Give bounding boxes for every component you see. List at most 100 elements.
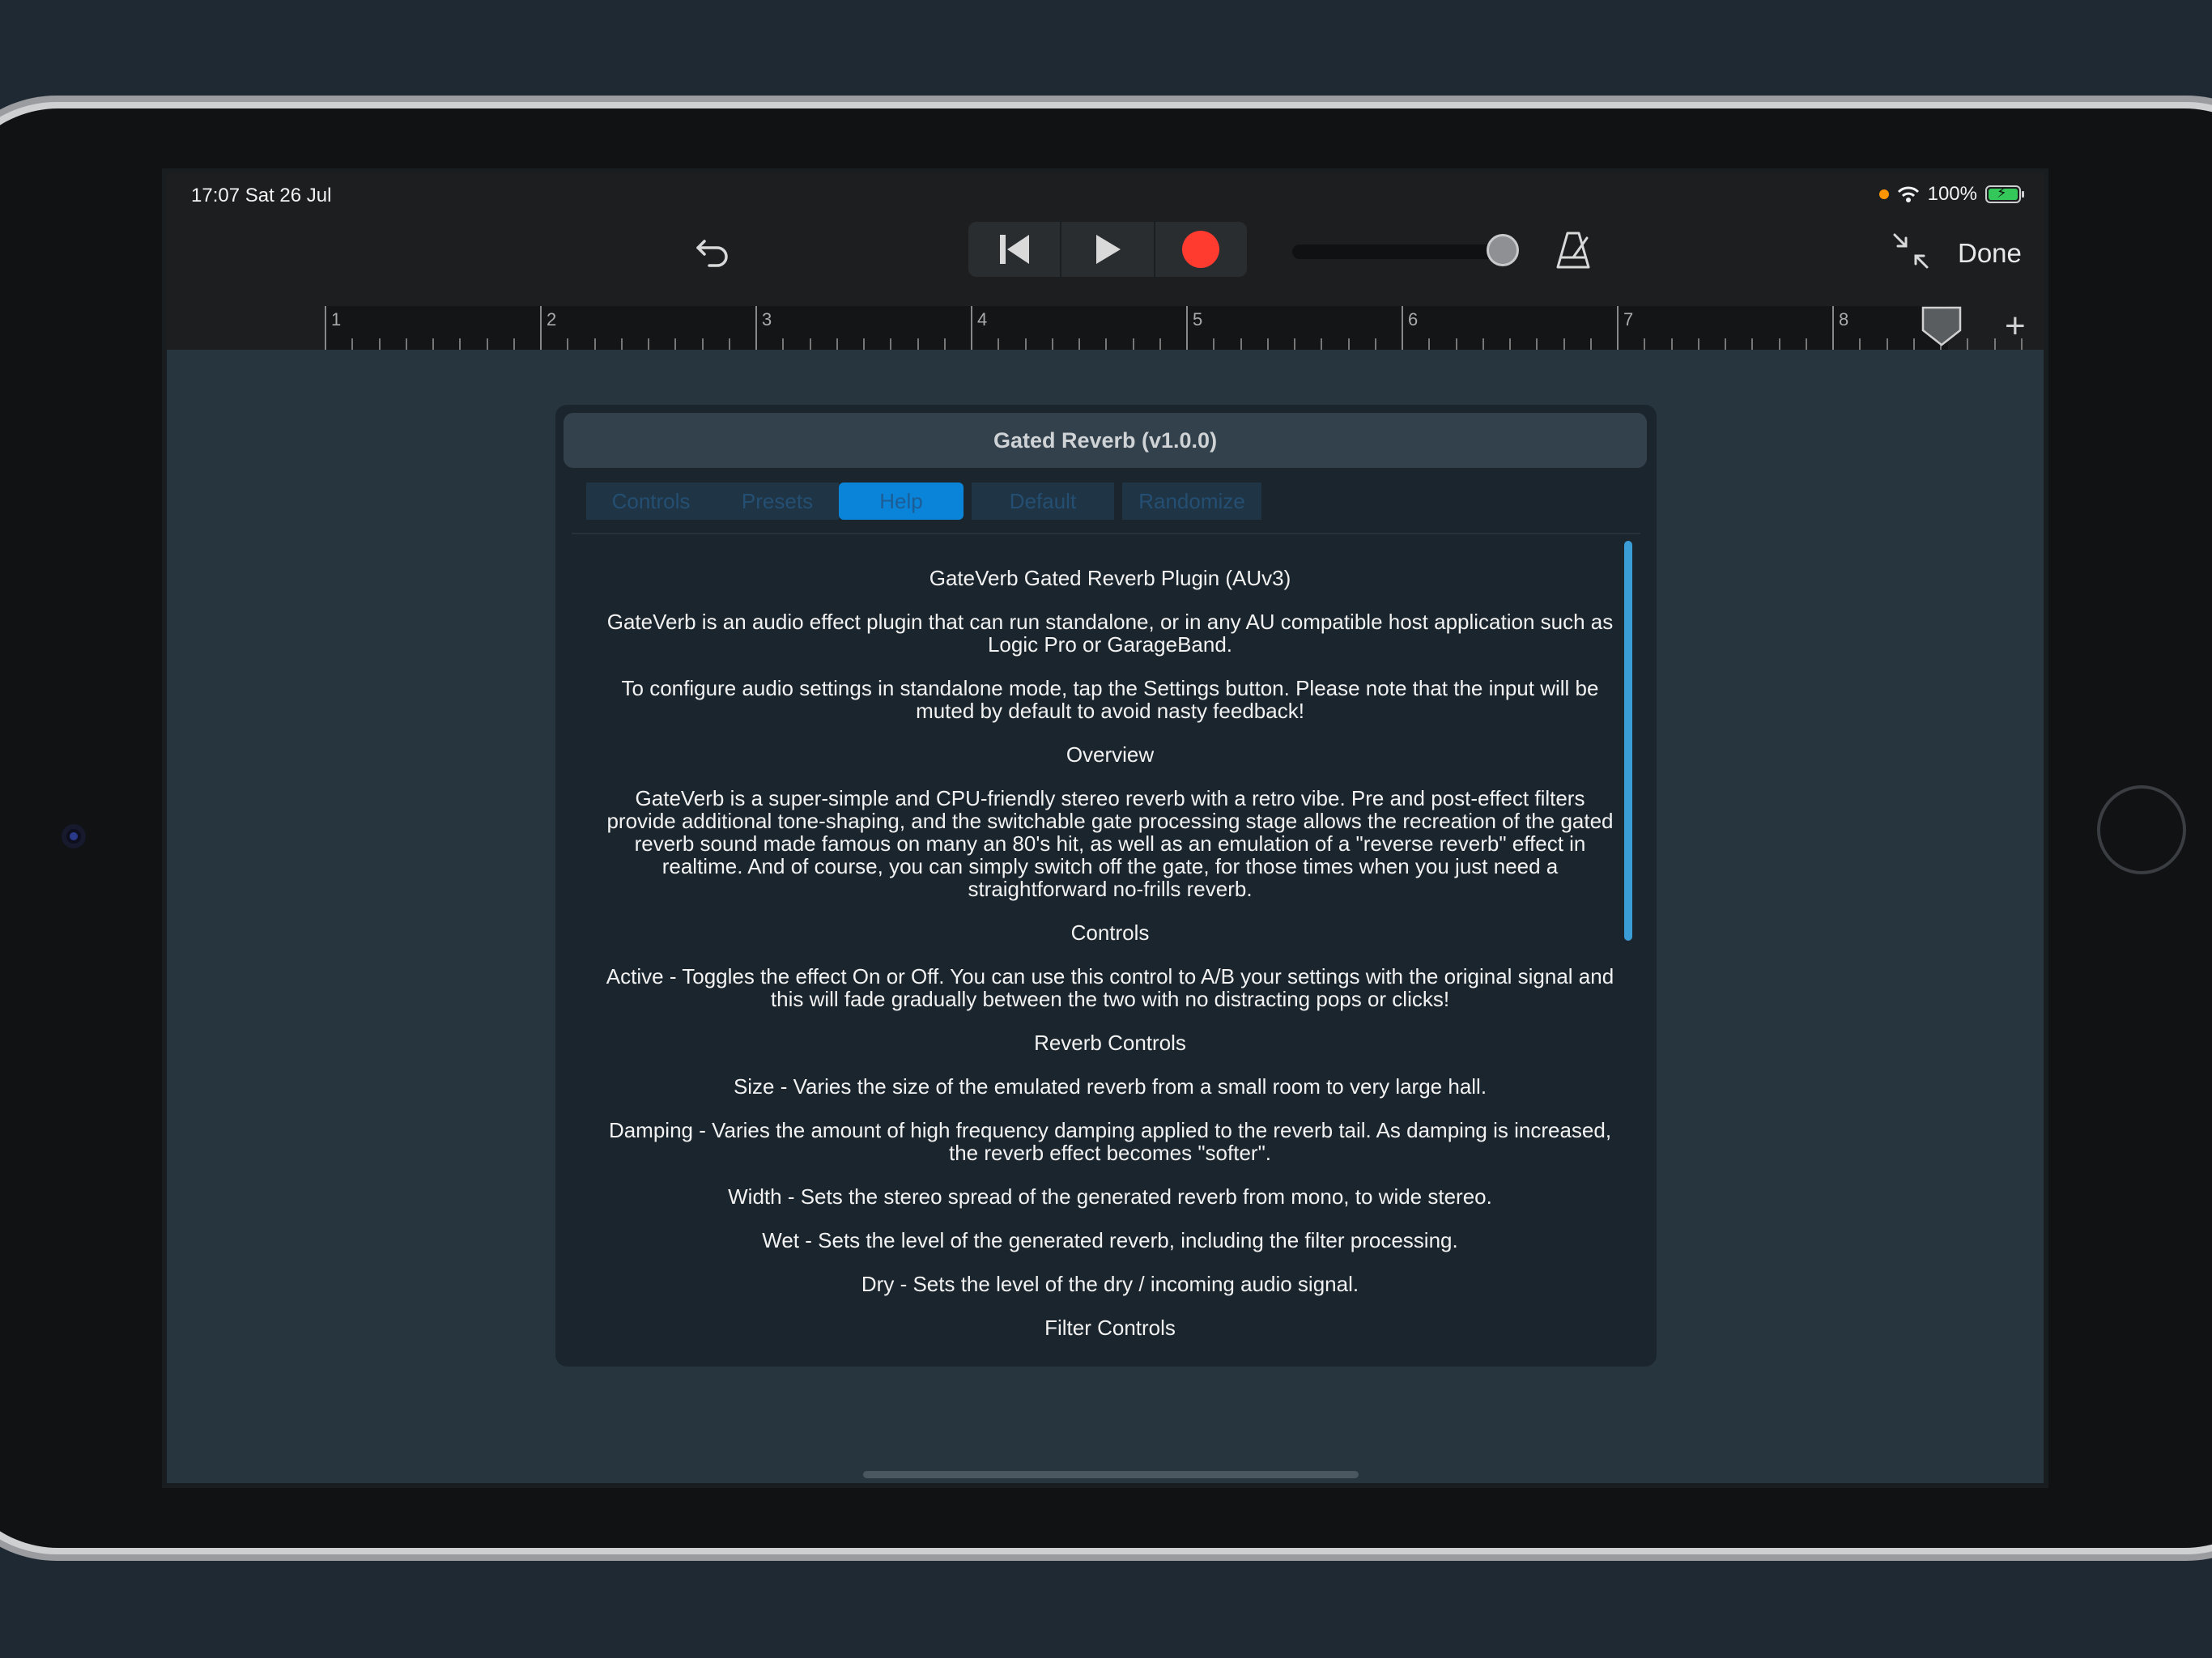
ruler-tick — [1374, 338, 1376, 350]
ruler-tick — [1455, 338, 1457, 350]
help-paragraph: Size - Varies the size of the emulated r… — [733, 1074, 1487, 1099]
collapse-icon[interactable] — [1891, 232, 1930, 270]
ruler-bar-number: 7 — [1623, 309, 1634, 329]
tab-presets[interactable]: Presets — [716, 483, 839, 520]
ruler-bar-number: 8 — [1839, 309, 1849, 329]
ruler-tick — [378, 338, 381, 350]
help-heading: Filter Controls — [1044, 1316, 1176, 1340]
ruler-tick — [593, 338, 596, 350]
ruler-bar-line — [971, 306, 972, 350]
ruler-tick — [917, 338, 919, 350]
ruler-tick — [1294, 338, 1295, 350]
ruler-tick — [728, 338, 730, 350]
ruler-tick — [486, 338, 488, 350]
help-paragraph: To configure audio settings in standalon… — [621, 676, 1599, 723]
done-button[interactable]: Done — [1958, 238, 2022, 269]
ruler-tick — [351, 338, 354, 350]
ruler-bar-number: 6 — [1408, 309, 1419, 329]
ruler-tick — [1428, 338, 1431, 350]
skip-back-icon — [999, 235, 1029, 264]
status-indicators: 100% ⚡ — [1878, 183, 2024, 206]
metronome-icon[interactable] — [1553, 230, 1593, 272]
ruler-tick — [1078, 338, 1080, 350]
plugin-window: Gated Reverb (v1.0.0) Controls Presets H… — [555, 405, 1657, 1367]
ruler-tick — [1132, 338, 1134, 350]
timeline-ruler[interactable]: 1 2 3 4 5 6 7 8 — [325, 306, 2023, 350]
ruler-tick — [1321, 338, 1323, 350]
help-paragraph: Wet - Sets the level of the generated re… — [762, 1228, 1458, 1252]
ruler-tick — [890, 338, 892, 350]
ruler-tick — [1967, 338, 1969, 350]
help-scrollbar[interactable] — [1624, 541, 1632, 941]
help-heading: GateVerb Gated Reverb Plugin (AUv3) — [929, 566, 1291, 590]
ruler-tick — [701, 338, 704, 350]
mic-indicator-icon — [1878, 189, 1889, 199]
ruler-bar-number: 1 — [331, 309, 342, 329]
ruler-tick — [943, 338, 946, 350]
playhead-icon[interactable] — [1921, 306, 1962, 346]
ruler-tick — [809, 338, 811, 350]
ruler-bar-line — [540, 306, 542, 350]
tabs-divider — [572, 533, 1640, 534]
screen: 17:07 Sat 26 Jul 100% ⚡ Done 1 2 3 4 5 6… — [162, 168, 2048, 1488]
help-heading: Reverb Controls — [1034, 1031, 1186, 1055]
record-icon — [1182, 231, 1220, 268]
ruler-tick — [1347, 338, 1350, 350]
ruler-bar-line — [1617, 306, 1619, 350]
help-heading: Controls — [1070, 920, 1150, 945]
ruler-tick — [1213, 338, 1215, 350]
ruler-tick — [1670, 338, 1673, 350]
ruler-tick — [782, 338, 785, 350]
ruler-bar-line — [1832, 306, 1834, 350]
ruler-tick — [1536, 338, 1538, 350]
ruler-tick — [459, 338, 462, 350]
ruler-tick — [1051, 338, 1053, 350]
ruler-tick — [1886, 338, 1888, 350]
ruler-tick — [1993, 338, 1996, 350]
tab-help[interactable]: Help — [839, 483, 963, 520]
ruler-bar-number: 4 — [977, 309, 988, 329]
ruler-bar-line — [1186, 306, 1188, 350]
skip-back-button[interactable] — [968, 222, 1062, 277]
ruler-tick — [1859, 338, 1861, 350]
ruler-tick — [1482, 338, 1484, 350]
ruler-tick — [1240, 338, 1242, 350]
plugin-tabs: Controls Presets Help Default Randomize — [586, 483, 1261, 520]
play-icon — [1095, 235, 1121, 264]
ruler-tick — [998, 338, 1000, 350]
wifi-icon — [1897, 186, 1919, 202]
battery-icon: ⚡ — [1985, 185, 2024, 203]
default-button[interactable]: Default — [972, 483, 1114, 520]
help-paragraph: Active - Toggles the effect On or Off. Y… — [606, 964, 1614, 1011]
ruler-tick — [1697, 338, 1699, 350]
ruler-tick — [1266, 338, 1269, 350]
add-section-button[interactable]: + — [2005, 306, 2026, 346]
ruler-bar-number: 5 — [1193, 309, 1203, 329]
randomize-button[interactable]: Randomize — [1122, 483, 1261, 520]
master-volume-knob[interactable] — [1487, 234, 1519, 266]
status-time-date: 17:07 Sat 26 Jul — [191, 185, 332, 206]
ruler-bar-number: 3 — [762, 309, 772, 329]
plugin-title: Gated Reverb (v1.0.0) — [564, 413, 1647, 468]
home-indicator[interactable] — [863, 1471, 1359, 1478]
ruler-tick — [1805, 338, 1807, 350]
ruler-tick — [648, 338, 649, 350]
ruler-tick — [1912, 338, 1915, 350]
help-paragraph: GateVerb is an audio effect plugin that … — [606, 610, 1614, 657]
ruler-tick — [405, 338, 407, 350]
play-button[interactable] — [1061, 222, 1155, 277]
ruler-tick — [567, 338, 569, 350]
battery-percent: 100% — [1927, 183, 1977, 205]
transport-controls — [968, 222, 1247, 277]
master-volume-slider[interactable] — [1292, 244, 1511, 259]
ruler-tick — [1778, 338, 1780, 350]
undo-icon[interactable] — [693, 230, 734, 270]
tab-controls[interactable]: Controls — [586, 483, 716, 520]
ruler-tick — [1024, 338, 1027, 350]
ruler-tick — [1509, 338, 1511, 350]
record-button[interactable] — [1155, 222, 1247, 277]
ruler-tick — [1589, 338, 1592, 350]
help-heading: Overview — [1066, 742, 1155, 767]
ruler-tick — [1644, 338, 1646, 350]
home-button[interactable] — [2097, 785, 2186, 874]
